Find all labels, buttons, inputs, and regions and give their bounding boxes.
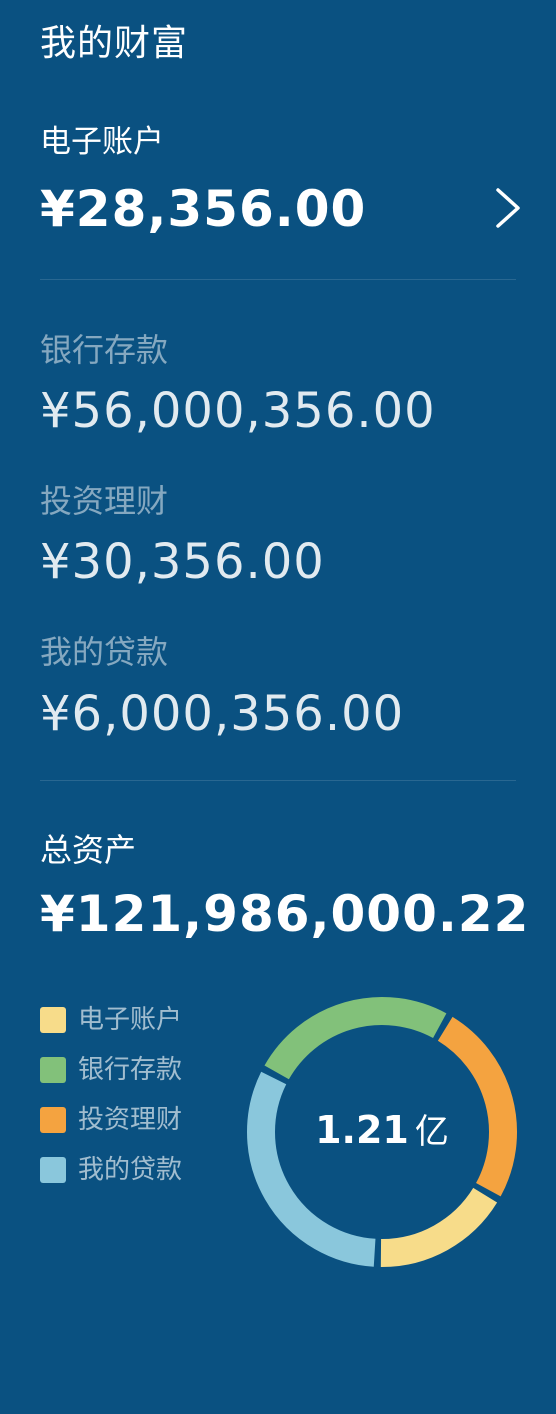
donut-center-unit: 亿	[414, 1112, 449, 1152]
donut-center-value: 1.21	[315, 1108, 409, 1152]
investment-label: 投资理财	[40, 482, 169, 520]
donut-center-total: 1.21 亿	[242, 1106, 522, 1156]
bank-deposit-label: 银行存款	[40, 331, 169, 369]
legend-swatch	[40, 1057, 66, 1083]
legend-label: 我的贷款	[78, 1155, 183, 1185]
loan-label: 我的贷款	[40, 633, 169, 671]
electronic-account-label: 电子账户	[40, 124, 164, 160]
legend-label: 投资理财	[78, 1105, 183, 1135]
chart-legend: 电子账户 银行存款 投资理财 我的贷款	[40, 1004, 182, 1204]
donut-segment	[247, 1071, 376, 1267]
legend-swatch	[40, 1157, 66, 1183]
donut-segment	[380, 1187, 498, 1267]
legend-item: 投资理财	[40, 1104, 182, 1136]
loan-amount: ¥6,000,356.00	[40, 686, 405, 742]
total-assets-amount: ¥121,986,000.22	[40, 885, 530, 943]
page-title: 我的财富	[40, 23, 189, 64]
investment-amount: ¥30,356.00	[40, 534, 325, 590]
bank-deposit-amount: ¥56,000,356.00	[40, 383, 436, 439]
donut-segment	[264, 997, 447, 1080]
legend-swatch	[40, 1107, 66, 1133]
legend-item: 我的贷款	[40, 1154, 182, 1186]
legend-item: 银行存款	[40, 1054, 182, 1086]
electronic-account-amount: ¥28,356.00	[40, 180, 367, 238]
legend-swatch	[40, 1007, 66, 1033]
legend-item: 电子账户	[40, 1004, 182, 1036]
legend-label: 银行存款	[78, 1055, 183, 1085]
chevron-right-icon[interactable]	[488, 186, 528, 230]
divider	[40, 780, 516, 781]
legend-label: 电子账户	[78, 1005, 183, 1035]
total-assets-label: 总资产	[40, 831, 137, 869]
divider	[40, 279, 516, 280]
